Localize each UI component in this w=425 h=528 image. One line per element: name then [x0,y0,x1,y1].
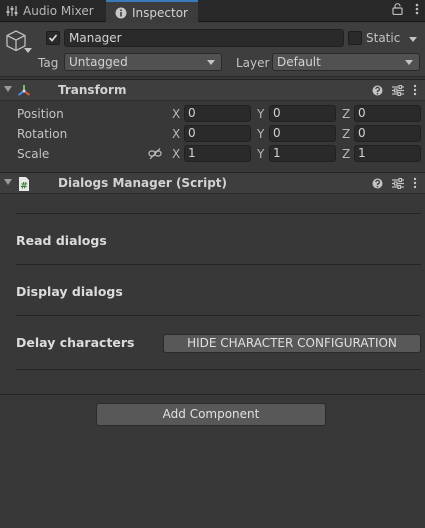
position-label: Position [17,107,64,121]
tag-value: Untagged [69,55,128,69]
more-options-icon[interactable] [413,177,417,192]
transform-icon [16,83,32,99]
lock-icon[interactable] [392,3,403,18]
scale-x-field[interactable]: 1 [184,145,251,162]
help-icon[interactable] [372,178,383,192]
gameobject-name-field[interactable]: Manager [64,29,344,47]
transform-row-rotation: Rotation X 0 Y 0 Z 0 [0,124,425,144]
position-z-field[interactable]: 0 [354,105,421,122]
component-list-end-divider [0,394,425,395]
transform-row-scale: Scale X 1 Y 1 Z 1 [0,144,425,164]
preset-icon[interactable] [392,84,404,99]
rotation-y-field[interactable]: 0 [269,125,336,142]
axis-x-label[interactable]: X [172,147,180,161]
audio-mixer-icon [5,4,19,18]
script-controls [372,177,417,192]
more-options-icon[interactable] [413,84,417,99]
transform-header[interactable]: Transform [0,79,425,101]
scale-label: Scale [17,147,50,161]
position-x-field[interactable]: 0 [184,105,251,122]
tag-dropdown[interactable]: Untagged [64,53,222,71]
layer-label: Layer [236,56,270,70]
rotation-label: Rotation [17,127,68,141]
tag-label: Tag [38,56,59,70]
section-divider [16,264,421,265]
rotation-z-field[interactable]: 0 [354,125,421,142]
chevron-down-icon [405,60,413,65]
axis-z-label[interactable]: Z [342,127,350,141]
tab-bar: Audio Mixer Inspector [0,0,425,23]
transform-row-position: Position X 0 Y 0 Z 0 [0,104,425,124]
rotation-x-field[interactable]: 0 [184,125,251,142]
tab-inspector-label: Inspector [132,5,188,20]
dialogs-manager-title: Dialogs Manager (Script) [58,176,228,190]
foldout-arrow-icon[interactable] [4,179,12,185]
axis-z-label[interactable]: Z [342,147,350,161]
transform-controls [372,84,417,99]
more-options-icon[interactable] [415,3,419,18]
axis-y-label[interactable]: Y [257,147,264,161]
foldout-arrow-icon[interactable] [4,86,12,92]
tab-inspector[interactable]: Inspector [106,0,198,23]
section-read-dialogs: Read dialogs [16,233,107,248]
scale-z-field[interactable]: 1 [354,145,421,162]
svg-text:#: # [20,182,28,192]
static-dropdown-arrow-icon[interactable] [409,37,417,42]
section-divider [16,315,421,316]
add-component-button[interactable]: Add Component [96,403,326,426]
hide-character-configuration-button[interactable]: HIDE CHARACTER CONFIGURATION [163,334,421,353]
axis-x-label[interactable]: X [172,107,180,121]
section-divider [16,213,421,214]
static-label: Static [366,31,401,45]
section-divider [16,369,421,370]
section-display-dialogs: Display dialogs [16,284,123,299]
tab-bar-controls [392,3,419,18]
script-icon: # [16,176,32,192]
layer-value: Default [277,55,321,69]
chevron-down-icon [207,60,215,65]
axis-y-label[interactable]: Y [257,107,264,121]
info-icon [114,6,128,20]
axis-x-label[interactable]: X [172,127,180,141]
transform-title: Transform [58,83,127,97]
preset-icon[interactable] [392,177,404,192]
section-delay-characters: Delay characters [16,335,135,350]
axis-y-label[interactable]: Y [257,127,264,141]
icon-dropdown-arrow-icon[interactable] [24,48,32,53]
axis-z-label[interactable]: Z [342,107,350,121]
scale-y-field[interactable]: 1 [269,145,336,162]
layer-dropdown[interactable]: Default [272,53,420,71]
static-checkbox[interactable] [348,31,362,45]
tab-audio-mixer[interactable]: Audio Mixer [0,0,106,22]
constrain-proportions-icon[interactable] [148,148,162,163]
tab-audio-mixer-label: Audio Mixer [23,4,94,18]
help-icon[interactable] [372,85,383,99]
active-checkbox[interactable] [46,31,60,45]
position-y-field[interactable]: 0 [269,105,336,122]
dialogs-manager-header[interactable]: # Dialogs Manager (Script) [0,172,425,194]
gameobject-header: Manager Static Tag Untagged Layer Defaul… [0,23,425,77]
